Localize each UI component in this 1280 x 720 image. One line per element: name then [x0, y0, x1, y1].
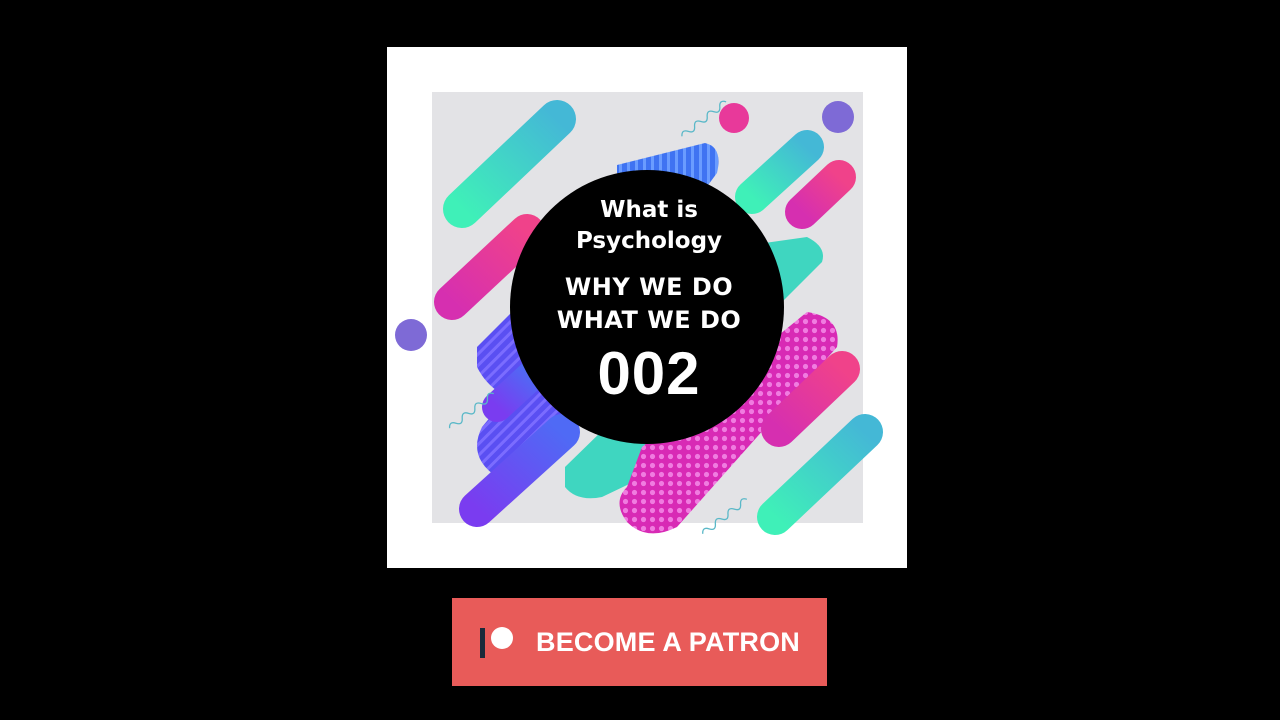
patreon-logo-icon — [480, 627, 513, 658]
become-patron-button[interactable]: BECOME A PATRON — [452, 598, 827, 686]
cover-subtitle-line1: WHY WE DO — [564, 273, 734, 301]
cover-title-line2: Psychology — [575, 228, 723, 254]
podcast-cover-art: What is Psychology WHY WE DO WHAT WE DO … — [387, 47, 907, 568]
become-patron-label: BECOME A PATRON — [536, 627, 800, 657]
episode-number: 002 — [597, 340, 701, 407]
cover-title-line1: What is — [600, 197, 698, 223]
cover-title-block: What is Psychology WHY WE DO WHAT WE DO … — [514, 195, 784, 405]
cover-subtitle-line2: WHAT WE DO — [556, 306, 742, 334]
